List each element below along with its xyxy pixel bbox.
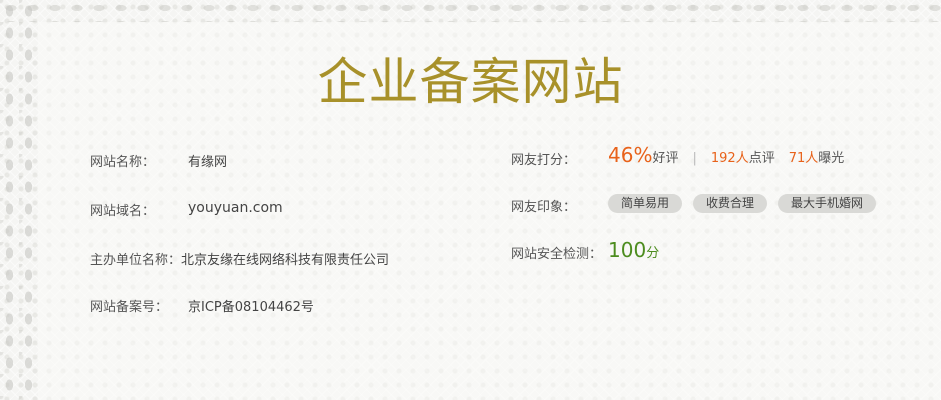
security-score-number: 100 (608, 238, 647, 262)
domain-label: 网站域名： (90, 204, 156, 219)
rating-percent: 46% (608, 143, 653, 167)
icp-row: 网站备案号： 京ICP备08104462号 (90, 296, 314, 315)
icp-value: 京ICP备08104462号 (188, 300, 314, 315)
security-label: 网站安全检测： (511, 247, 603, 262)
site-name-label: 网站名称： (90, 155, 156, 170)
site-name-value: 有缘网 (188, 155, 228, 170)
lace-border-top (0, 0, 941, 22)
reviews-count: 192人 (710, 151, 749, 166)
rating-summary: 46% 好评 | 192人 点评 71人 曝光 (608, 143, 844, 167)
impression-tag[interactable]: 简单易用 (608, 194, 683, 213)
rating-suffix: 好评 (652, 151, 679, 166)
impression-tag[interactable]: 最大手机婚网 (778, 194, 877, 213)
organization-label: 主办单位名称： (90, 253, 182, 268)
organization-value: 北京友缘在线网络科技有限责任公司 (181, 253, 390, 268)
impression-label: 网友印象： (511, 200, 577, 215)
exposure-suffix: 曝光 (818, 151, 845, 166)
icp-label: 网站备案号： (90, 300, 169, 315)
exposure-count: 71人 (788, 151, 819, 166)
domain-row: 网站域名： youyuan.com (90, 200, 283, 219)
organization-row: 主办单位名称：北京友缘在线网络科技有限责任公司 (90, 249, 389, 268)
domain-value: youyuan.com (188, 200, 283, 216)
security-score-unit: 分 (646, 246, 660, 261)
reviews-suffix: 点评 (748, 151, 775, 166)
security-score: 100 分 (608, 238, 659, 262)
page-title: 企业备案网站 (317, 53, 624, 111)
site-name-row: 网站名称： 有缘网 (90, 151, 227, 170)
rating-separator: | (692, 151, 697, 166)
impression-tag[interactable]: 收费合理 (693, 194, 768, 213)
rating-label: 网友打分： (511, 153, 577, 168)
impression-tags: 简单易用 收费合理 最大手机婚网 (608, 194, 877, 213)
